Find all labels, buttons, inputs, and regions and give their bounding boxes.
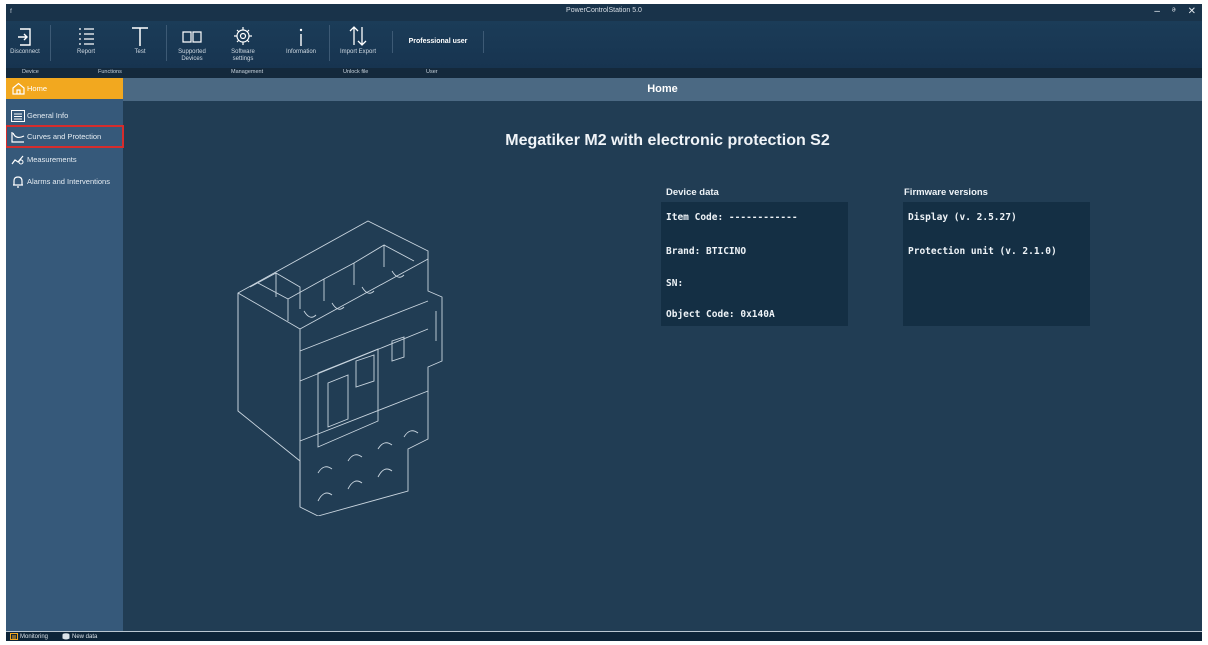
minimize-button[interactable]: –	[1154, 6, 1160, 17]
book-icon	[182, 31, 202, 43]
database-icon	[62, 633, 70, 640]
ribbon-separator	[329, 25, 330, 61]
restore-button[interactable]: ᵊ	[1172, 6, 1176, 17]
group-unlock-file: Unlock file	[343, 69, 369, 75]
window-controls: – ᵊ ✕	[1154, 6, 1196, 17]
report-label: Report	[76, 49, 95, 55]
import-export-button[interactable]: Import Export	[336, 21, 380, 65]
new-data-status[interactable]: New data	[62, 633, 97, 640]
report-button[interactable]: Report	[71, 21, 101, 65]
device-data-heading: Device data	[666, 187, 719, 198]
sidebar-item-label: Home	[27, 84, 48, 93]
supported-devices-label: Supported Devices	[178, 49, 206, 62]
app-window: ᶠ PowerControlStation 5.0 – ᵊ ✕ Disconne…	[6, 4, 1202, 641]
test-icon	[132, 27, 148, 46]
supported-devices-button[interactable]: Supported Devices	[176, 21, 208, 65]
ribbon-separator	[166, 25, 167, 61]
protection-unit-version: Protection unit (v. 2.1.0)	[908, 246, 1057, 257]
display-version: Display (v. 2.5.27)	[908, 212, 1017, 223]
title-bar: ᶠ PowerControlStation 5.0 – ᵊ ✕	[6, 4, 1202, 21]
circuit-breaker-image	[237, 220, 443, 516]
professional-user-button[interactable]: Professional user	[392, 31, 484, 53]
page-title: Home	[123, 78, 1202, 101]
window-title: PowerControlStation 5.0	[566, 7, 642, 14]
sidebar: Home General Info Curves and Protection …	[6, 78, 124, 631]
report-icon	[79, 28, 94, 45]
group-user: User	[426, 69, 438, 75]
firmware-panel: Display (v. 2.5.27) Protection unit (v. …	[903, 202, 1090, 326]
device-title: Megatiker M2 with electronic protection …	[505, 132, 830, 149]
measure-icon	[11, 153, 25, 167]
import-export-label: Import Export	[339, 49, 376, 55]
object-code: Object Code: 0x140A	[666, 309, 775, 320]
device-data-panel: Item Code: ------------ Brand: BTICINO S…	[661, 202, 848, 326]
gear-icon	[234, 27, 252, 45]
sidebar-item-label: Measurements	[27, 155, 77, 164]
disconnect-button[interactable]: Disconnect	[10, 21, 40, 65]
sidebar-item-alarms-and-interventions[interactable]: Alarms and Interventions	[6, 171, 123, 192]
ribbon-toolbar: Disconnect Report Test Supported Devices	[6, 21, 1202, 69]
disconnect-icon	[18, 28, 31, 46]
test-button[interactable]: Test	[128, 21, 152, 65]
group-functions: Functions	[98, 69, 122, 75]
brand: Brand: BTICINO	[666, 246, 747, 257]
test-label: Test	[134, 49, 146, 55]
list-icon	[11, 109, 25, 123]
close-button[interactable]: ✕	[1188, 6, 1196, 17]
firmware-heading: Firmware versions	[904, 187, 988, 198]
item-code: Item Code: ------------	[666, 212, 798, 223]
sidebar-item-home[interactable]: Home	[6, 78, 123, 99]
information-label: Information	[285, 49, 316, 55]
curve-icon	[11, 130, 25, 144]
ribbon-separator	[50, 25, 51, 61]
sidebar-item-label: Alarms and Interventions	[27, 177, 110, 186]
software-settings-button[interactable]: Software settings	[228, 21, 258, 65]
sidebar-item-measurements[interactable]: Measurements	[6, 149, 123, 170]
import-export-icon	[349, 26, 367, 46]
new-data-label: New data	[72, 633, 98, 640]
group-management: Management	[231, 69, 264, 75]
status-bar: Monitoring New data	[6, 631, 1202, 641]
sidebar-item-label: Curves and Protection	[27, 132, 102, 141]
bell-icon	[11, 175, 25, 189]
info-icon	[299, 28, 303, 46]
sidebar-item-general-info[interactable]: General Info	[6, 105, 123, 126]
serial-number: SN:	[666, 278, 684, 289]
monitoring-icon	[10, 633, 18, 640]
sidebar-item-curves-and-protection[interactable]: Curves and Protection	[6, 125, 124, 148]
software-settings-label: Software settings	[231, 49, 255, 62]
ribbon-group-labels: Device Functions Management Unlock file …	[6, 68, 1202, 78]
sidebar-item-label: General Info	[27, 111, 69, 120]
monitoring-status[interactable]: Monitoring	[10, 633, 48, 640]
home-icon	[11, 82, 25, 96]
information-button[interactable]: Information	[282, 21, 320, 65]
group-device: Device	[22, 69, 39, 75]
monitoring-label: Monitoring	[20, 633, 49, 640]
disconnect-label: Disconnect	[10, 49, 40, 55]
